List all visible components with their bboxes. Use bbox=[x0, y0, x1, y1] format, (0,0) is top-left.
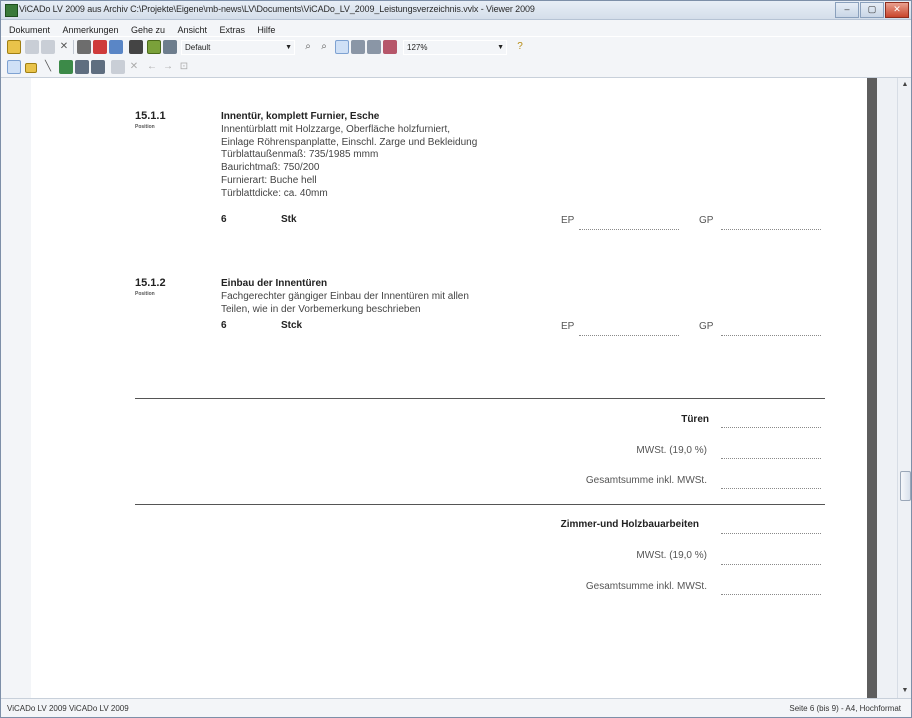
gp-field bbox=[721, 228, 821, 230]
delete-icon[interactable]: ✕ bbox=[57, 40, 71, 54]
position-number: 15.1.2 bbox=[135, 277, 166, 289]
fit-page-icon[interactable] bbox=[335, 40, 349, 54]
fullscreen-icon[interactable] bbox=[383, 40, 397, 54]
zoom-in-icon[interactable]: ⌕ bbox=[301, 40, 315, 54]
total-field bbox=[721, 593, 821, 595]
ep-label: EP bbox=[561, 215, 575, 226]
open-folder-icon[interactable] bbox=[7, 40, 21, 54]
pen-icon[interactable] bbox=[7, 60, 21, 74]
position-unit: Stk bbox=[281, 214, 297, 225]
two-pages-icon[interactable] bbox=[367, 40, 381, 54]
scroll-thumb[interactable] bbox=[900, 471, 911, 501]
left-margin bbox=[1, 78, 31, 698]
copy-icon[interactable] bbox=[41, 40, 55, 54]
print-icon[interactable] bbox=[77, 40, 91, 54]
page-edge-shadow bbox=[867, 78, 877, 698]
note-icon[interactable] bbox=[25, 63, 37, 73]
document-page[interactable]: 15.1.1 Position Innentür, komplett Furni… bbox=[31, 78, 869, 698]
close-button[interactable]: ✕ bbox=[885, 2, 909, 18]
position-description: Fachgerechter gängiger Einbau der Innent… bbox=[221, 291, 469, 315]
total-label: Gesamtsumme inkl. MWSt. bbox=[585, 581, 707, 592]
vat-label: MWSt. (19,0 %) bbox=[636, 445, 707, 456]
status-bar: ViCADo LV 2009 ViCADo LV 2009 Seite 6 (b… bbox=[1, 698, 911, 717]
scroll-up-icon[interactable]: ▲ bbox=[898, 78, 911, 92]
zoom-out-icon[interactable]: ⌕ bbox=[317, 40, 331, 54]
section-divider bbox=[135, 398, 825, 399]
position-quantity: 6 bbox=[221, 320, 227, 331]
scroll-down-icon[interactable]: ▼ bbox=[898, 684, 911, 698]
menu-extras[interactable]: Extras bbox=[219, 25, 245, 35]
forward-icon[interactable]: → bbox=[161, 60, 175, 74]
menu-hilfe[interactable]: Hilfe bbox=[257, 25, 275, 35]
viewer-background bbox=[877, 78, 897, 698]
gp-label: GP bbox=[699, 215, 714, 226]
pdf-icon[interactable] bbox=[93, 40, 107, 54]
summary-net-field bbox=[721, 532, 821, 534]
status-left: ViCADo LV 2009 ViCADo LV 2009 bbox=[7, 704, 129, 713]
lock-icon[interactable]: ⊡ bbox=[177, 60, 191, 74]
position-title: Einbau der Innentüren bbox=[221, 278, 328, 289]
zoom-select[interactable]: 127% ▼ bbox=[403, 40, 507, 55]
summary-net-field bbox=[721, 426, 821, 428]
single-page-icon[interactable] bbox=[351, 40, 365, 54]
export-icon[interactable] bbox=[147, 40, 161, 54]
vat-label: MWSt. (19,0 %) bbox=[636, 550, 707, 561]
minimize-button[interactable]: – bbox=[835, 2, 859, 18]
menu-anmerkungen[interactable]: Anmerkungen bbox=[62, 25, 118, 35]
ep-field bbox=[579, 228, 679, 230]
position-sub-label: Position bbox=[135, 124, 155, 130]
menu-dokument[interactable]: Dokument bbox=[9, 25, 50, 35]
ep-label: EP bbox=[561, 321, 575, 332]
total-field bbox=[721, 487, 821, 489]
position-description: Innentürblatt mit Holzzarge, Oberfläche … bbox=[221, 124, 478, 199]
vertical-scrollbar[interactable]: ▲ ▼ bbox=[897, 78, 911, 698]
remove-icon[interactable]: ✕ bbox=[127, 60, 141, 74]
line-icon[interactable]: ╲ bbox=[41, 60, 55, 74]
position-unit: Stck bbox=[281, 320, 303, 331]
section-divider bbox=[135, 504, 825, 505]
position-quantity: 6 bbox=[221, 214, 227, 225]
title-bar: ViCADo LV 2009 aus Archiv C:\Projekte\Ei… bbox=[1, 1, 911, 20]
summary-title: Türen bbox=[681, 414, 709, 425]
ep-field bbox=[579, 334, 679, 336]
gp-field bbox=[721, 334, 821, 336]
annotation-toolbar: ╲ ✕ ← → ⊡ bbox=[1, 57, 911, 78]
list-icon[interactable] bbox=[91, 60, 105, 74]
app-icon bbox=[5, 4, 18, 17]
position-sub-label: Position bbox=[135, 291, 155, 297]
menu-gehe-zu[interactable]: Gehe zu bbox=[131, 25, 165, 35]
copy-pages-icon[interactable] bbox=[129, 40, 143, 54]
email-icon[interactable] bbox=[109, 40, 123, 54]
position-number: 15.1.1 bbox=[135, 110, 166, 122]
status-page-info: Seite 6 (bis 9) - A4, Hochformat bbox=[789, 704, 901, 713]
select-icon[interactable] bbox=[111, 60, 125, 74]
summary-title: Zimmer-und Holzbauarbeiten bbox=[560, 519, 699, 530]
back-icon[interactable]: ← bbox=[145, 60, 159, 74]
chevron-down-icon: ▼ bbox=[497, 44, 504, 51]
help-icon[interactable]: ? bbox=[513, 40, 527, 54]
style-select[interactable]: Default ▼ bbox=[181, 40, 295, 55]
total-label: Gesamtsumme inkl. MWSt. bbox=[585, 475, 707, 486]
menu-ansicht[interactable]: Ansicht bbox=[177, 25, 207, 35]
main-toolbar: ✕ Default ▼ ⌕ ⌕ 127% ▼ ? bbox=[1, 36, 911, 57]
position-title: Innentür, komplett Furnier, Esche bbox=[221, 111, 380, 122]
gp-label: GP bbox=[699, 321, 714, 332]
page-icon[interactable] bbox=[25, 40, 39, 54]
image-icon[interactable] bbox=[59, 60, 73, 74]
chevron-down-icon: ▼ bbox=[285, 44, 292, 51]
vat-field bbox=[721, 563, 821, 565]
text-icon[interactable] bbox=[75, 60, 89, 74]
window-title: ViCADo LV 2009 aus Archiv C:\Projekte\Ei… bbox=[19, 4, 535, 14]
vat-field bbox=[721, 457, 821, 459]
application-window: ViCADo LV 2009 aus Archiv C:\Projekte\Ei… bbox=[0, 0, 912, 718]
menu-bar: Dokument Anmerkungen Gehe zu Ansicht Ext… bbox=[1, 20, 911, 36]
maximize-button[interactable]: ▢ bbox=[860, 2, 884, 18]
settings-icon[interactable] bbox=[163, 40, 177, 54]
